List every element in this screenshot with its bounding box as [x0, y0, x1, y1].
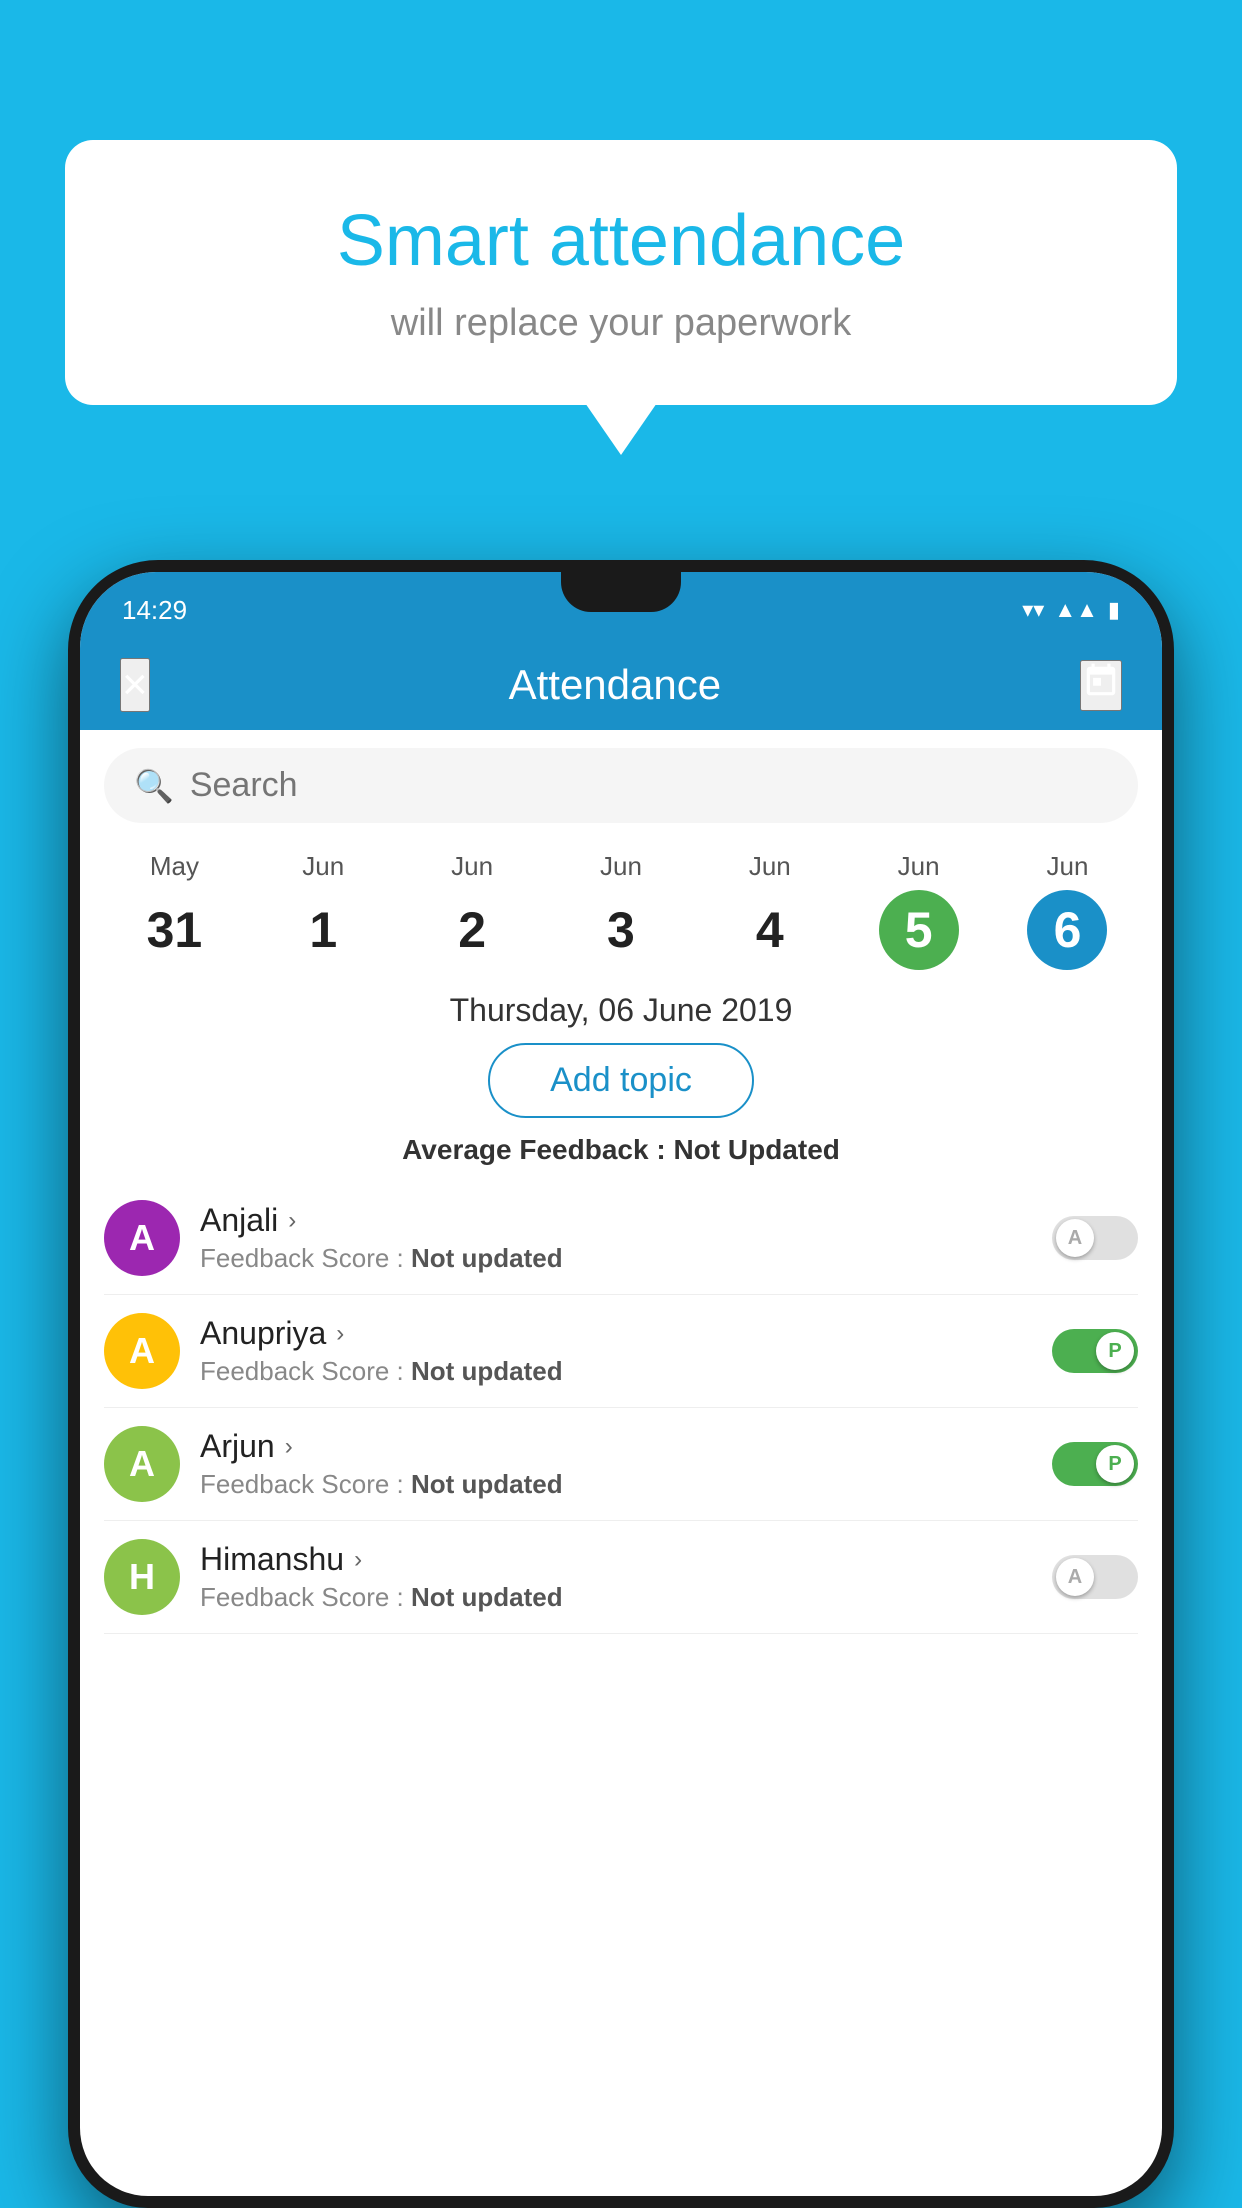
student-info: Anjali › Feedback Score : Not updated — [200, 1202, 1032, 1274]
student-item[interactable]: H Himanshu › Feedback Score : Not updated A — [104, 1521, 1138, 1634]
calendar-day[interactable]: Jun 1 — [283, 851, 363, 970]
calendar-month-label: May — [150, 851, 199, 882]
battery-icon: ▮ — [1108, 597, 1120, 623]
calendar-month-label: Jun — [302, 851, 344, 882]
phone-notch — [561, 572, 681, 612]
speech-bubble: Smart attendance will replace your paper… — [65, 140, 1177, 405]
student-info: Anupriya › Feedback Score : Not updated — [200, 1315, 1032, 1387]
calendar-date[interactable]: 4 — [730, 890, 810, 970]
calendar-day[interactable]: May 31 — [134, 851, 214, 970]
calendar-month-label: Jun — [749, 851, 791, 882]
search-icon: 🔍 — [134, 767, 174, 805]
student-list: AAnjali ›Feedback Score : Not updatedAAA… — [80, 1182, 1162, 1634]
calendar-button[interactable] — [1080, 660, 1122, 711]
phone-screen: 14:29 ▾▾ ▲▲ ▮ × Attendance 🔍 May31Jun1Ju… — [80, 572, 1162, 2196]
calendar-strip: May 31 Jun 1 Jun 2 Jun 3 Jun 4 Jun 5 Jun 6 — [80, 841, 1162, 970]
toggle-container[interactable]: P — [1052, 1442, 1138, 1486]
app-bar-title: Attendance — [509, 661, 722, 709]
toggle-container[interactable]: A — [1052, 1555, 1138, 1599]
calendar-date[interactable]: 6 — [1027, 890, 1107, 970]
calendar-day[interactable]: Jun 5 — [879, 851, 959, 970]
student-item[interactable]: A Anjali › Feedback Score : Not updated A — [104, 1182, 1138, 1295]
feedback-score: Feedback Score : Not updated — [200, 1469, 1032, 1500]
toggle-container[interactable]: A — [1052, 1216, 1138, 1260]
attendance-toggle[interactable]: P — [1052, 1442, 1138, 1486]
feedback-score: Feedback Score : Not updated — [200, 1582, 1032, 1613]
calendar-day[interactable]: Jun 3 — [581, 851, 661, 970]
selected-date-heading: Thursday, 06 June 2019 — [80, 970, 1162, 1043]
student-name: Himanshu › — [200, 1541, 1032, 1578]
close-button[interactable]: × — [120, 658, 150, 712]
calendar-month-label: Jun — [898, 851, 940, 882]
attendance-toggle[interactable]: P — [1052, 1329, 1138, 1373]
calendar-date[interactable]: 31 — [134, 890, 214, 970]
avatar: A — [104, 1200, 180, 1276]
bubble-subtitle: will replace your paperwork — [135, 302, 1107, 345]
app-bar: × Attendance — [80, 640, 1162, 730]
student-item[interactable]: A Anupriya › Feedback Score : Not updated P — [104, 1295, 1138, 1408]
avg-feedback-value: Not Updated — [673, 1134, 839, 1165]
student-name: Anupriya › — [200, 1315, 1032, 1352]
toggle-knob: P — [1096, 1445, 1134, 1483]
calendar-day[interactable]: Jun 4 — [730, 851, 810, 970]
calendar-month-label: Jun — [451, 851, 493, 882]
add-topic-button[interactable]: Add topic — [488, 1043, 754, 1118]
attendance-toggle[interactable]: A — [1052, 1216, 1138, 1260]
toggle-knob: P — [1096, 1332, 1134, 1370]
average-feedback: Average Feedback : Not Updated — [80, 1134, 1162, 1166]
avatar: A — [104, 1313, 180, 1389]
student-info: Himanshu › Feedback Score : Not updated — [200, 1541, 1032, 1613]
calendar-day[interactable]: Jun 2 — [432, 851, 512, 970]
feedback-score: Feedback Score : Not updated — [200, 1356, 1032, 1387]
avatar: H — [104, 1539, 180, 1615]
avg-feedback-label: Average Feedback : — [402, 1134, 673, 1165]
status-icons: ▾▾ ▲▲ ▮ — [1022, 597, 1120, 623]
calendar-date[interactable]: 3 — [581, 890, 661, 970]
search-container: 🔍 — [104, 748, 1138, 823]
calendar-day[interactable]: Jun 6 — [1027, 851, 1107, 970]
student-name: Anjali › — [200, 1202, 1032, 1239]
student-item[interactable]: A Arjun › Feedback Score : Not updated P — [104, 1408, 1138, 1521]
student-info: Arjun › Feedback Score : Not updated — [200, 1428, 1032, 1500]
bubble-title: Smart attendance — [135, 200, 1107, 282]
signal-icon: ▲▲ — [1054, 597, 1098, 623]
avatar: A — [104, 1426, 180, 1502]
calendar-date[interactable]: 2 — [432, 890, 512, 970]
toggle-container[interactable]: P — [1052, 1329, 1138, 1373]
calendar-month-label: Jun — [1047, 851, 1089, 882]
calendar-date[interactable]: 1 — [283, 890, 363, 970]
toggle-knob: A — [1056, 1219, 1094, 1257]
student-name: Arjun › — [200, 1428, 1032, 1465]
toggle-knob: A — [1056, 1558, 1094, 1596]
search-input[interactable] — [190, 766, 1108, 805]
chevron-right-icon: › — [285, 1433, 293, 1461]
calendar-month-label: Jun — [600, 851, 642, 882]
chevron-right-icon: › — [354, 1546, 362, 1574]
chevron-right-icon: › — [288, 1207, 296, 1235]
calendar-date[interactable]: 5 — [879, 890, 959, 970]
chevron-right-icon: › — [336, 1320, 344, 1348]
wifi-icon: ▾▾ — [1022, 597, 1044, 623]
phone-frame: 14:29 ▾▾ ▲▲ ▮ × Attendance 🔍 May31Jun1Ju… — [68, 560, 1174, 2208]
speech-bubble-container: Smart attendance will replace your paper… — [65, 140, 1177, 405]
feedback-score: Feedback Score : Not updated — [200, 1243, 1032, 1274]
status-time: 14:29 — [122, 595, 187, 626]
attendance-toggle[interactable]: A — [1052, 1555, 1138, 1599]
